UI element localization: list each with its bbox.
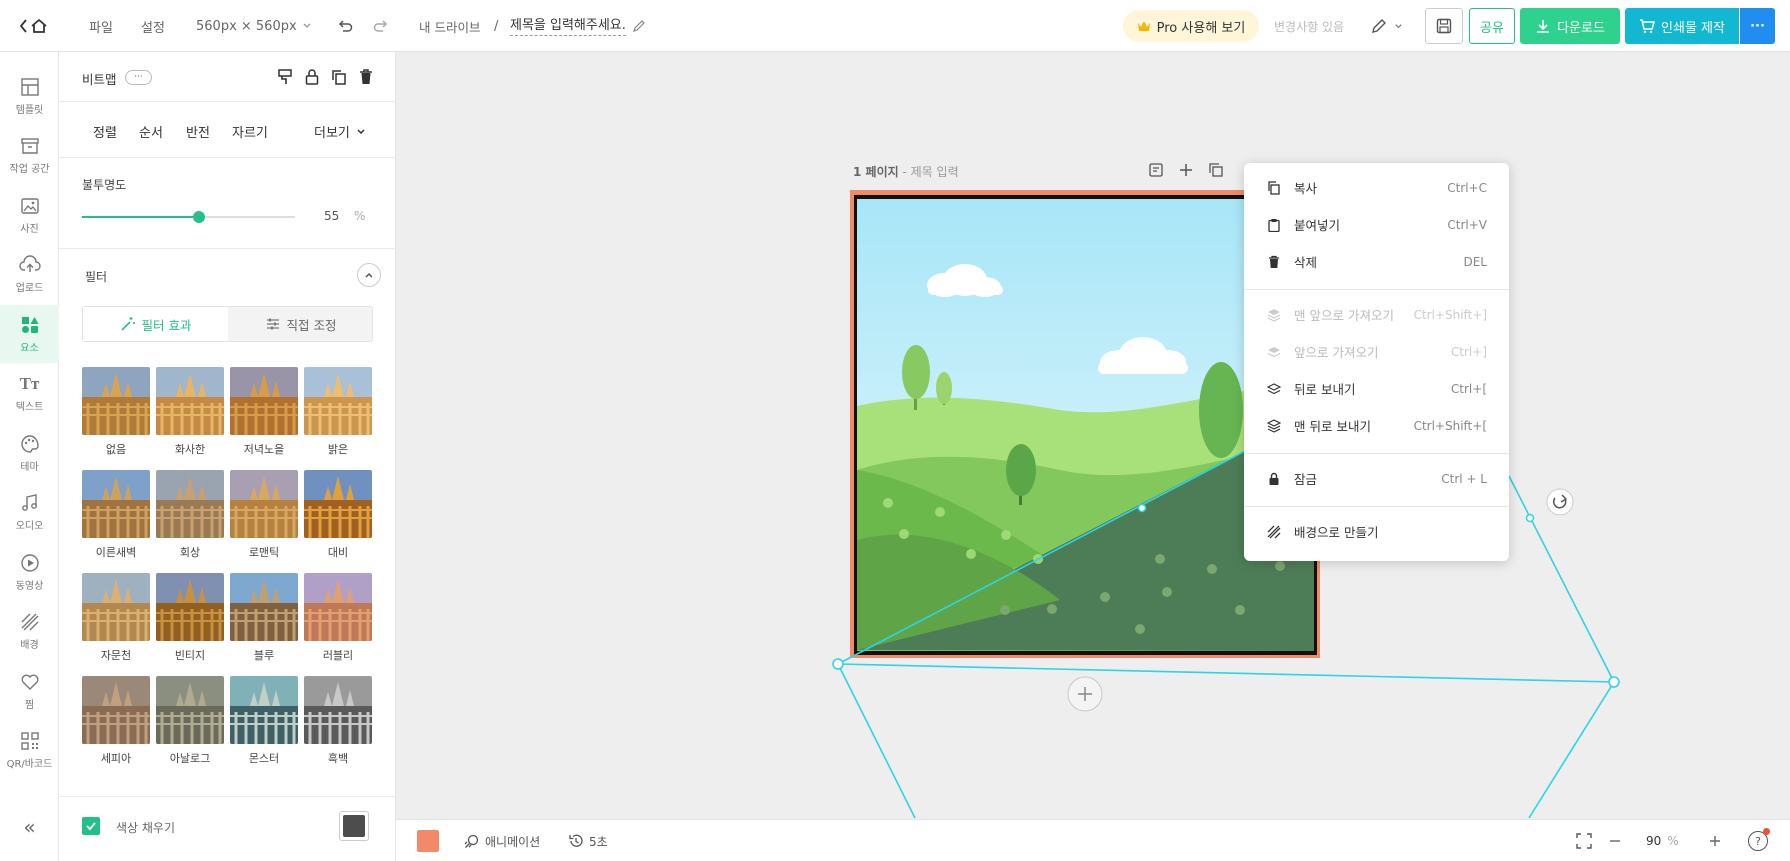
zoom-value: 90 bbox=[1646, 834, 1662, 848]
menu-item-label: 복사 bbox=[1294, 181, 1318, 196]
menu-item-copy[interactable]: 복사 Ctrl+C bbox=[1244, 169, 1509, 206]
menu-item-label: 잠금 bbox=[1294, 472, 1318, 487]
add-page-below-button[interactable] bbox=[1067, 676, 1103, 712]
menu-item-label: 뒤로 보내기 bbox=[1294, 382, 1356, 397]
menu-item-send-backward[interactable]: 뒤로 보내기 Ctrl+[ bbox=[1244, 370, 1509, 407]
menu-item-shortcut: Ctrl+] bbox=[1450, 344, 1487, 359]
zoom-level[interactable]: 90 % bbox=[1646, 820, 1679, 861]
plus-icon bbox=[1710, 836, 1720, 846]
animation-icon bbox=[464, 834, 479, 848]
bottom-bar: 애니메이션 5초 90 % ? bbox=[396, 819, 1790, 861]
menu-item-shortcut: Ctrl+C bbox=[1447, 180, 1487, 195]
bring-forward-icon bbox=[1266, 344, 1282, 360]
zoom-out-button[interactable] bbox=[1608, 833, 1622, 849]
trash-icon bbox=[1266, 254, 1282, 270]
duration-button[interactable]: 5초 bbox=[568, 820, 608, 861]
menu-item-shortcut: DEL bbox=[1463, 254, 1487, 269]
menu-item-bring-forward: 앞으로 가져오기 Ctrl+] bbox=[1244, 333, 1509, 370]
animation-button[interactable]: 애니메이션 bbox=[464, 820, 540, 861]
page-color-swatch[interactable] bbox=[417, 830, 439, 852]
menu-item-shortcut: Ctrl + L bbox=[1441, 471, 1487, 486]
menu-item-set-background[interactable]: 배경으로 만들기 bbox=[1244, 513, 1509, 550]
zoom-unit: % bbox=[1667, 834, 1679, 848]
animation-label: 애니메이션 bbox=[485, 834, 541, 849]
lock-icon bbox=[1266, 471, 1282, 487]
menu-item-shortcut: Ctrl+Shift+[ bbox=[1413, 418, 1487, 433]
menu-item-label: 삭제 bbox=[1294, 255, 1318, 270]
menu-item-label: 맨 뒤로 보내기 bbox=[1294, 419, 1371, 434]
zoom-in-button[interactable] bbox=[1708, 833, 1722, 849]
menu-item-label: 맨 앞으로 가져오기 bbox=[1294, 308, 1394, 323]
edge-handle[interactable] bbox=[1137, 503, 1147, 513]
help-icon: ? bbox=[1755, 834, 1761, 848]
menu-item-label: 붙여넣기 bbox=[1294, 218, 1341, 233]
menu-divider bbox=[1244, 506, 1509, 507]
notification-dot bbox=[1763, 828, 1770, 835]
history-icon bbox=[569, 834, 583, 847]
menu-item-lock[interactable]: 잠금 Ctrl + L bbox=[1244, 460, 1509, 497]
background-icon bbox=[1266, 524, 1282, 540]
menu-divider bbox=[1244, 289, 1509, 290]
edge-handle[interactable] bbox=[1525, 513, 1535, 523]
context-menu: 복사 Ctrl+C 붙여넣기 Ctrl+V 삭제 DEL 맨 앞으로 가져오기 … bbox=[1244, 163, 1509, 561]
bring-front-icon bbox=[1266, 307, 1282, 323]
menu-item-shortcut: Ctrl+[ bbox=[1450, 381, 1487, 396]
menu-item-paste[interactable]: 붙여넣기 Ctrl+V bbox=[1244, 206, 1509, 243]
minus-icon bbox=[1610, 840, 1620, 842]
resize-handle[interactable] bbox=[1608, 676, 1620, 688]
duration-label: 5초 bbox=[589, 834, 608, 849]
rotate-handle[interactable] bbox=[1546, 488, 1574, 516]
menu-item-shortcut: Ctrl+V bbox=[1447, 217, 1487, 232]
menu-item-label: 앞으로 가져오기 bbox=[1294, 345, 1379, 360]
menu-item-label: 배경으로 만들기 bbox=[1294, 525, 1379, 540]
fullscreen-icon bbox=[1576, 833, 1592, 849]
fullscreen-button[interactable] bbox=[1576, 833, 1592, 849]
resize-handle[interactable] bbox=[832, 658, 844, 670]
menu-item-bring-to-front: 맨 앞으로 가져오기 Ctrl+Shift+] bbox=[1244, 296, 1509, 333]
send-back-icon bbox=[1266, 418, 1282, 434]
menu-item-shortcut: Ctrl+Shift+] bbox=[1413, 307, 1487, 322]
menu-item-delete[interactable]: 삭제 DEL bbox=[1244, 243, 1509, 280]
send-backward-icon bbox=[1266, 381, 1282, 397]
copy-icon bbox=[1266, 180, 1282, 196]
design-canvas[interactable] bbox=[0, 0, 1790, 861]
menu-item-send-to-back[interactable]: 맨 뒤로 보내기 Ctrl+Shift+[ bbox=[1244, 407, 1509, 444]
paste-icon bbox=[1266, 217, 1282, 233]
menu-divider bbox=[1244, 453, 1509, 454]
